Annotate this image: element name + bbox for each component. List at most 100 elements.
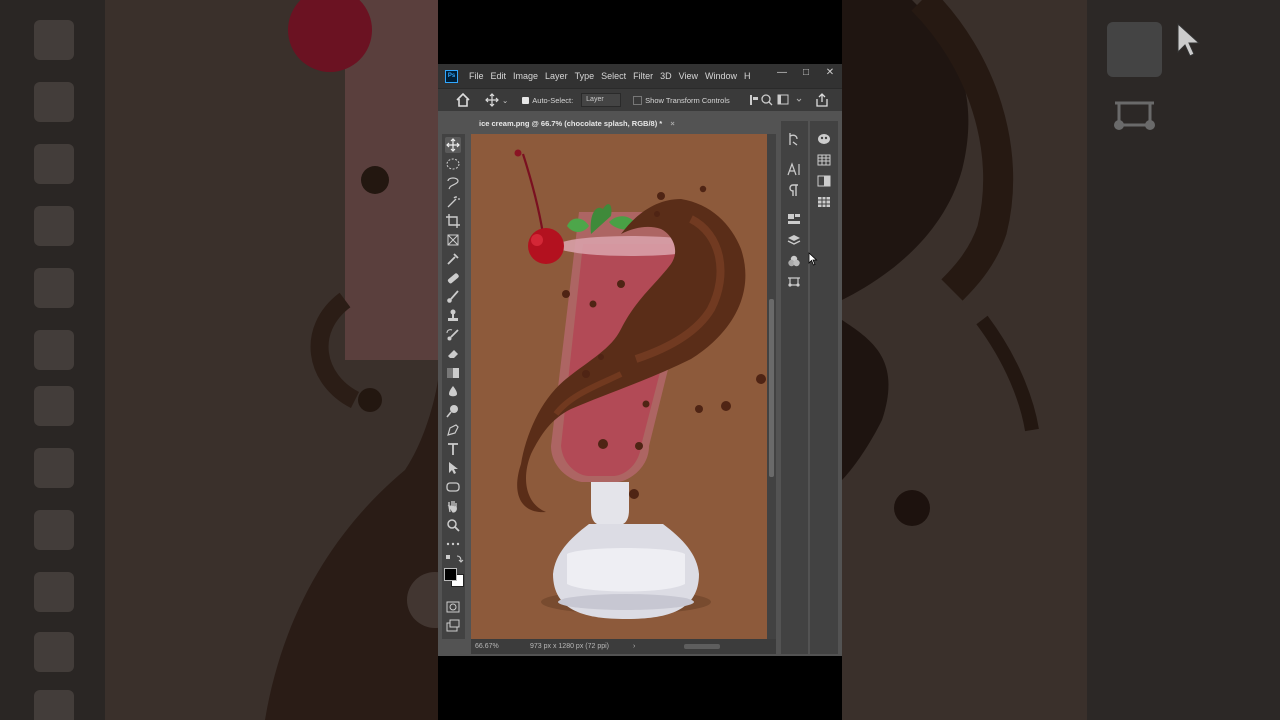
window-controls: — □ ✕ <box>770 64 842 88</box>
status-bar: 66.67% 973 px x 1280 px (72 ppi) › <box>471 639 776 654</box>
pen-tool-icon[interactable] <box>445 422 461 438</box>
gradient-tool-icon[interactable] <box>445 365 461 381</box>
eyedropper-tool-icon[interactable] <box>445 251 461 267</box>
document-info: 973 px x 1280 px (72 ppi) <box>530 643 609 650</box>
vertical-scrollbar[interactable] <box>767 134 776 639</box>
paths-panel-icon[interactable] <box>787 275 801 289</box>
paragraph-panel-icon[interactable] <box>787 183 801 197</box>
photoshop-window: Ps File Edit Image Layer Type Select Fil… <box>438 64 842 656</box>
screen-mode-icon[interactable] <box>445 618 461 634</box>
home-icon[interactable] <box>455 92 471 108</box>
quick-mask-icon[interactable] <box>445 599 461 615</box>
close-button[interactable]: ✕ <box>818 64 842 88</box>
share-icon[interactable] <box>815 93 829 107</box>
history-brush-tool-icon[interactable] <box>445 327 461 343</box>
frame-tool-icon[interactable] <box>445 232 461 248</box>
blur-tool-icon[interactable] <box>445 384 461 400</box>
background-panel <box>1087 0 1280 720</box>
magic-wand-tool-icon[interactable] <box>445 194 461 210</box>
document-tab[interactable]: ice cream.png @ 66.7% (chocolate splash,… <box>473 115 690 132</box>
libraries-panel-icon[interactable] <box>787 212 801 226</box>
options-bar: ⌄ Auto-Select: Layer Show Transform Cont… <box>438 89 842 111</box>
lasso-tool-icon[interactable] <box>445 175 461 191</box>
close-tab-icon[interactable]: × <box>670 119 674 128</box>
tools-panel <box>442 134 465 639</box>
healing-tool-icon[interactable] <box>445 270 461 286</box>
background-toolbar <box>0 0 105 720</box>
clone-stamp-tool-icon[interactable] <box>445 308 461 324</box>
auto-select-dropdown[interactable]: Layer <box>581 93 622 107</box>
bg-type-icon <box>34 632 74 672</box>
background-glass-image <box>265 0 438 720</box>
background-right-blur <box>842 0 1280 720</box>
brush-tool-icon[interactable] <box>445 289 461 305</box>
panel-dock-left <box>781 121 808 654</box>
swap-colors-icon[interactable] <box>445 554 465 564</box>
horizontal-scrollbar-thumb[interactable] <box>684 644 720 649</box>
path-selection-tool-icon[interactable] <box>445 460 461 476</box>
background-left-blur <box>0 0 438 720</box>
move-tool-icon[interactable] <box>445 137 461 153</box>
align-search-workspace-icons[interactable] <box>749 93 810 107</box>
hand-tool-icon[interactable] <box>445 498 461 514</box>
menu-file[interactable]: File <box>469 71 484 81</box>
marquee-tool-icon[interactable] <box>445 156 461 172</box>
scrollbar-thumb[interactable] <box>769 299 774 477</box>
mouse-cursor-icon <box>808 252 818 266</box>
bg-healing-icon <box>34 82 74 122</box>
bg-cursor-icon <box>1177 22 1201 57</box>
panel-dock-right <box>810 121 838 654</box>
menu-filter[interactable]: Filter <box>633 71 653 81</box>
bg-pen-icon <box>34 572 74 612</box>
type-tool-icon[interactable] <box>445 441 461 457</box>
bg-eraser-icon <box>34 330 74 370</box>
bg-eyedropper-icon <box>34 20 74 60</box>
character-panel-icon[interactable] <box>787 162 801 176</box>
bg-brush-icon <box>34 144 74 184</box>
bg-history-brush-icon <box>34 268 74 308</box>
preset-chevron-icon[interactable]: ⌄ <box>502 96 508 105</box>
dodge-tool-icon[interactable] <box>445 403 461 419</box>
photoshop-logo-icon: Ps <box>445 69 458 83</box>
menu-3d[interactable]: 3D <box>660 71 672 81</box>
patterns-panel-icon[interactable] <box>817 195 831 209</box>
zoom-level[interactable]: 66.67% <box>475 639 499 654</box>
layers-panel-icon[interactable] <box>787 233 801 247</box>
swatches-panel-icon[interactable] <box>817 153 831 167</box>
history-panel-icon[interactable] <box>787 132 801 146</box>
bg-blur-icon <box>34 448 74 488</box>
menu-layer[interactable]: Layer <box>545 71 568 81</box>
menu-select[interactable]: Select <box>601 71 626 81</box>
shape-tool-icon[interactable] <box>445 479 461 495</box>
menu-view[interactable]: View <box>679 71 698 81</box>
eraser-tool-icon[interactable] <box>445 346 461 362</box>
menu-edit[interactable]: Edit <box>491 71 507 81</box>
gradients-panel-icon[interactable] <box>817 174 831 188</box>
menu-help[interactable]: H <box>744 71 751 81</box>
document-tab-title: ice cream.png @ 66.7% (chocolate splash,… <box>479 119 663 128</box>
bg-gradient-icon <box>34 386 74 426</box>
move-tool-preset-icon[interactable] <box>485 93 499 107</box>
bg-stamp-icon <box>34 206 74 246</box>
auto-select-checkbox[interactable] <box>522 96 530 104</box>
maximize-button[interactable]: □ <box>794 64 818 88</box>
foreground-color-swatch[interactable] <box>444 568 457 581</box>
bg-paths-icon <box>1114 101 1155 130</box>
transform-controls-checkbox[interactable] <box>633 95 643 105</box>
color-panel-icon[interactable] <box>817 132 831 146</box>
menu-bar: File Edit Image Layer Type Select Filter… <box>469 71 757 81</box>
document-canvas-image[interactable] <box>471 134 767 639</box>
title-bar: Ps File Edit Image Layer Type Select Fil… <box>438 64 842 89</box>
more-tools-icon[interactable] <box>445 536 461 552</box>
menu-image[interactable]: Image <box>513 71 538 81</box>
status-arrow-icon[interactable]: › <box>633 639 635 654</box>
auto-select-label: Auto-Select: <box>532 95 574 105</box>
menu-window[interactable]: Window <box>705 71 737 81</box>
crop-tool-icon[interactable] <box>445 213 461 229</box>
channels-panel-icon[interactable] <box>787 254 801 268</box>
minimize-button[interactable]: — <box>770 64 794 88</box>
canvas-area[interactable] <box>471 134 767 639</box>
menu-type[interactable]: Type <box>575 71 595 81</box>
bg-channels-icon <box>1107 22 1162 77</box>
zoom-tool-icon[interactable] <box>445 517 461 533</box>
